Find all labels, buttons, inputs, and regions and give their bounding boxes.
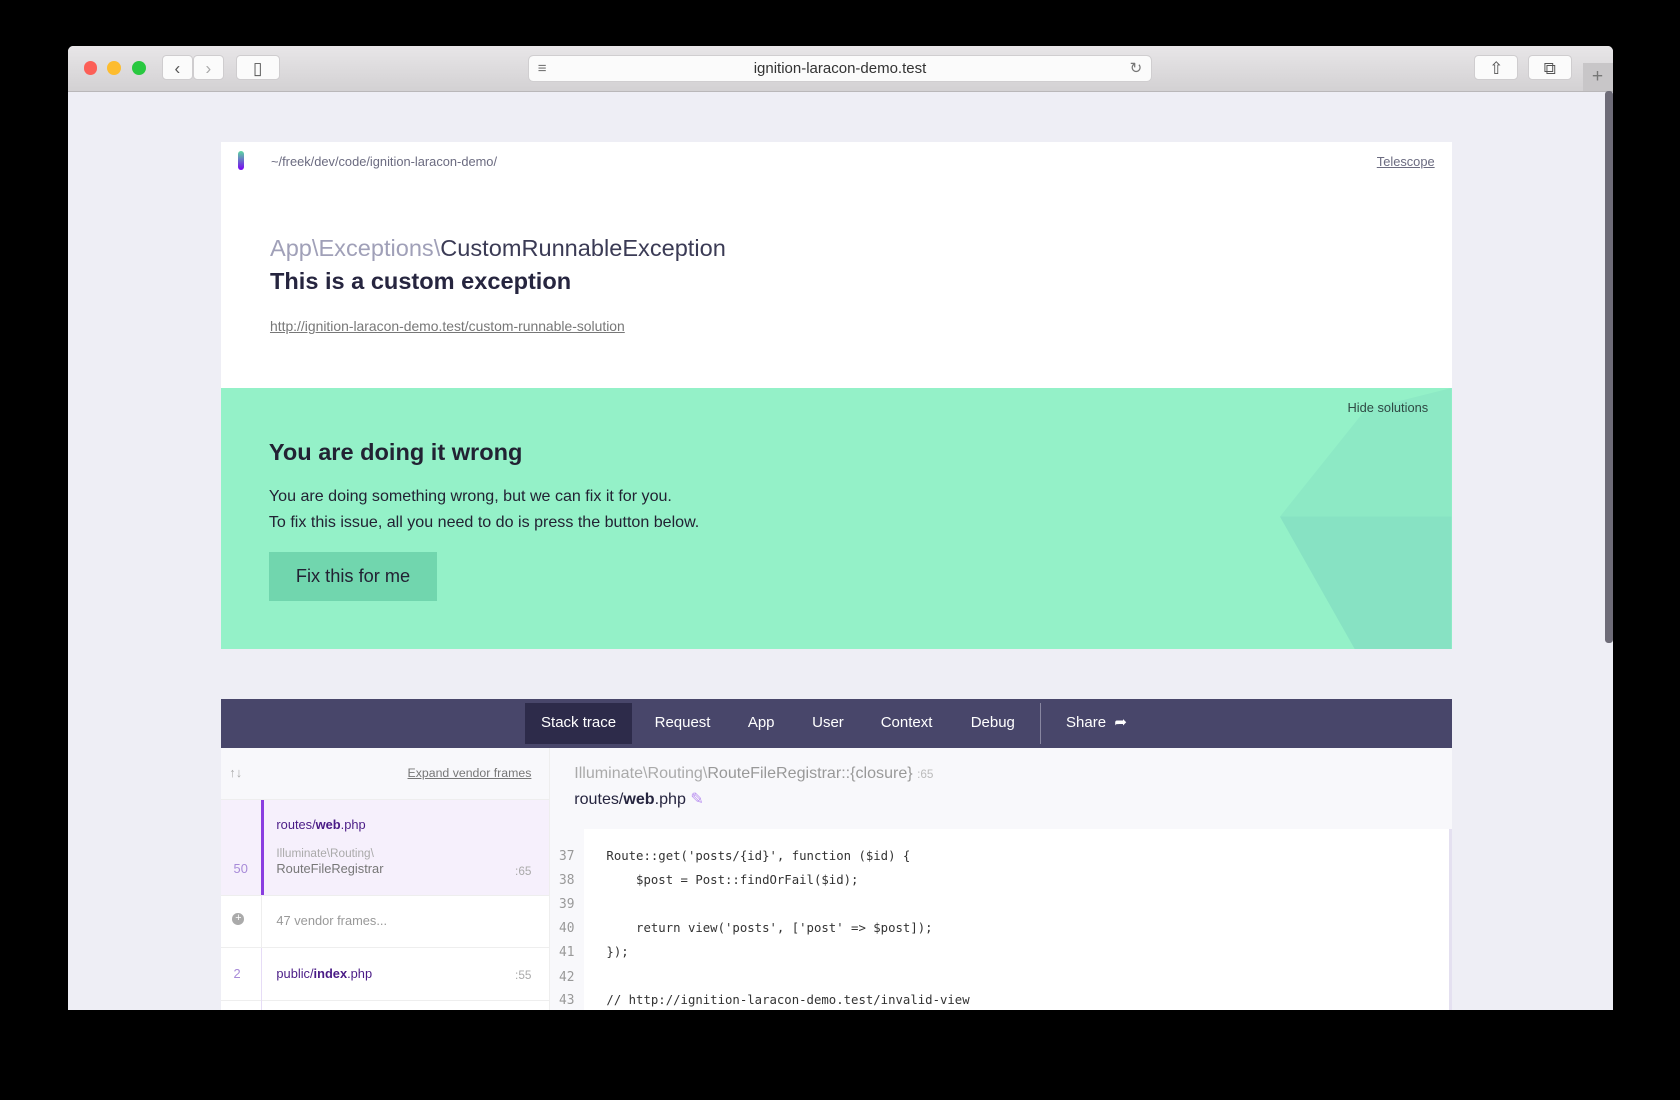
sidebar-toggle-icon[interactable]: ▯ [235,54,280,81]
code-scrollbar[interactable] [1448,829,1452,1011]
frame-item-selected[interactable]: 50 routes/web.php Illuminate\Routing\ Ro… [220,800,549,896]
telescope-link[interactable]: Telescope [1377,154,1435,169]
vendor-frames-toggle[interactable]: + 47 vendor frames... [220,895,549,949]
code-header: Illuminate\Routing\RouteFileRegistrar::{… [549,747,1452,830]
share-arrow-icon: ➦ [1110,713,1127,731]
solution-decoration [1280,387,1452,650]
maximize-window-button[interactable] [131,61,146,75]
solution-title: You are doing it wrong [268,439,523,466]
code-snippet: 37 Route::get('posts/{id}', function ($id… [559,848,970,1009]
exception-class: App\Exceptions\CustomRunnableException [269,234,726,261]
back-icon[interactable]: ‹ [161,54,193,81]
frame-item[interactable]: 2 public/index.php :55 [220,948,549,1011]
solution-description: You are doing something wrong, but we ca… [268,487,672,506]
reload-icon[interactable]: ↻ [1130,56,1143,83]
minimize-window-button[interactable] [107,61,122,75]
exception-message: This is a custom exception [269,267,572,294]
page-header: ~/freek/dev/code/ignition-laracon-demo/ … [220,142,1452,181]
exception-section: App\Exceptions\CustomRunnableException T… [220,179,1452,388]
solution-panel: Hide solutions You are doing it wrong Yo… [220,387,1452,650]
tab-context[interactable]: Context [865,703,949,744]
tab-app[interactable]: App [732,703,791,744]
frame-class: Illuminate\Routing\RouteFileRegistrar::{… [574,763,934,782]
tab-divider [1040,702,1042,744]
reader-icon[interactable]: ≡ [538,56,547,83]
tab-share[interactable]: Share ➦ [1050,703,1143,744]
tab-stack-trace[interactable]: Stack trace [524,702,633,744]
tab-bar: Stack trace Request App User Context Deb… [220,698,1452,748]
frame-list: ↑↓ Expand vendor frames 50 routes/web.ph… [220,747,550,1011]
browser-window: ‹ › ▯ ≡ ignition-laracon-demo.test ↻ ⇧ ⧉… [67,46,1613,1011]
tab-debug[interactable]: Debug [955,703,1031,744]
plus-circle-icon: + [232,912,245,925]
solution-description-2: To fix this issue, all you need to do is… [268,513,700,532]
frame-file: routes/web.php ✎ [574,789,704,808]
scrollbar[interactable] [1605,91,1613,643]
share-icon[interactable]: ⇧ [1474,54,1519,81]
request-url[interactable]: http://ignition-laracon-demo.test/custom… [270,318,625,334]
expand-vendor-frames-link[interactable]: Expand vendor frames [408,766,532,780]
project-path: ~/freek/dev/code/ignition-laracon-demo/ [271,154,498,170]
close-window-button[interactable] [83,61,98,75]
tab-user[interactable]: User [796,703,860,744]
address-bar[interactable]: ≡ ignition-laracon-demo.test ↻ [528,54,1152,83]
browser-toolbar: ‹ › ▯ ≡ ignition-laracon-demo.test ↻ ⇧ ⧉… [67,46,1613,93]
url-text: ignition-laracon-demo.test [753,59,927,77]
sort-arrows-icon[interactable]: ↑↓ [229,765,242,780]
forward-icon[interactable]: › [192,54,224,81]
ignition-logo-icon [237,151,245,171]
tab-request[interactable]: Request [639,703,727,744]
edit-pencil-icon[interactable]: ✎ [690,790,703,808]
fix-this-button[interactable]: Fix this for me [268,551,438,602]
stack-trace-panel: ↑↓ Expand vendor frames 50 routes/web.ph… [220,747,1452,1011]
new-tab-button[interactable]: + [1582,63,1613,92]
hide-solutions-button[interactable]: Hide solutions [1348,400,1429,415]
tabs-icon[interactable]: ⧉ [1527,54,1572,81]
